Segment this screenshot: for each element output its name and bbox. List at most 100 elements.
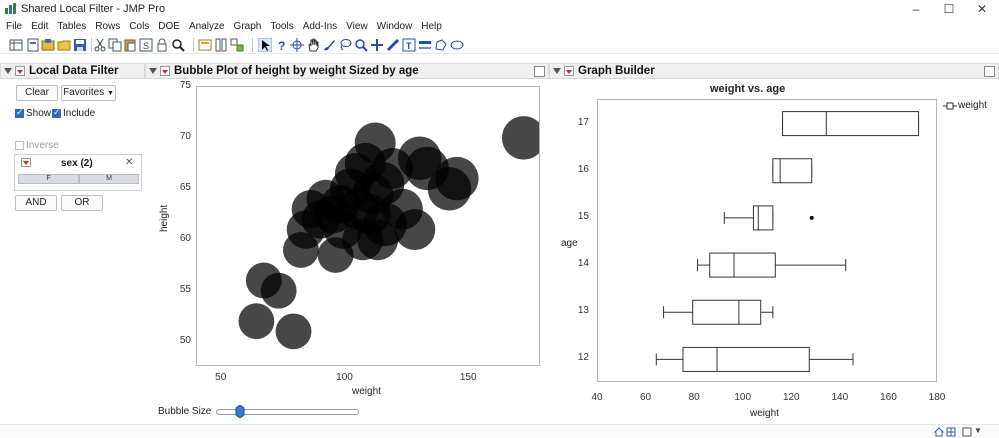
paste-icon[interactable] — [123, 38, 137, 52]
layout-icon[interactable] — [198, 38, 212, 52]
menu-help[interactable]: Help — [421, 19, 442, 35]
arrow-icon[interactable] — [258, 38, 272, 52]
open-icon[interactable] — [26, 38, 40, 52]
bubble-point[interactable] — [238, 303, 275, 340]
menu-add-ins[interactable]: Add-Ins — [303, 19, 337, 35]
menu-window[interactable]: Window — [377, 19, 413, 35]
pin-icon[interactable] — [534, 66, 545, 77]
collapse-triangle-icon[interactable] — [4, 68, 12, 74]
bubble-point[interactable] — [394, 209, 436, 251]
new-table-icon[interactable] — [9, 38, 23, 52]
menu-edit[interactable]: Edit — [31, 19, 48, 35]
annotate-icon[interactable]: T — [402, 38, 416, 52]
level-button-m[interactable]: M — [79, 174, 139, 184]
graph-builder-frame[interactable] — [597, 99, 937, 382]
slider-thumb-icon[interactable] — [235, 405, 245, 418]
red-triangle-menu-icon[interactable] — [15, 66, 25, 76]
x-axis-title: weight — [352, 386, 381, 397]
brush-icon[interactable] — [322, 38, 336, 52]
x-tick-label: 180 — [928, 392, 946, 403]
cut-icon[interactable] — [93, 38, 107, 52]
collapse-triangle-icon[interactable] — [149, 68, 157, 74]
chevron-down-icon[interactable]: ▼ — [974, 426, 982, 435]
minimize-button[interactable]: – — [901, 1, 931, 17]
box[interactable] — [692, 299, 762, 325]
ruler-icon[interactable] — [386, 38, 400, 52]
or-button[interactable]: OR — [61, 195, 103, 211]
grid-icon[interactable] — [946, 427, 956, 437]
x-tick-label: 120 — [782, 392, 800, 403]
menu-view[interactable]: View — [346, 19, 368, 35]
y-tick-label: 16 — [577, 163, 589, 175]
copy-icon[interactable] — [108, 38, 122, 52]
menu-tables[interactable]: Tables — [57, 19, 86, 35]
window-list-icon[interactable] — [962, 427, 972, 437]
x-tick-label: 140 — [831, 392, 849, 403]
box[interactable] — [709, 252, 776, 278]
y-tick-label: 70 — [179, 130, 191, 142]
bubble-point[interactable] — [275, 313, 312, 350]
reorder-icon[interactable] — [230, 38, 244, 52]
red-triangle-menu-icon[interactable] — [160, 66, 170, 76]
bubble-plot-frame[interactable] — [196, 86, 540, 366]
close-icon[interactable]: ✕ — [125, 157, 133, 168]
y-tick-label: 17 — [577, 116, 589, 128]
graph-title: weight vs. age — [710, 83, 786, 95]
close-window-button[interactable]: ✕ — [967, 1, 997, 17]
menu-graph[interactable]: Graph — [234, 19, 262, 35]
clear-button[interactable]: Clear — [16, 85, 58, 101]
red-triangle-menu-icon[interactable] — [21, 158, 31, 167]
pin-icon[interactable] — [984, 66, 995, 77]
crosshair-icon[interactable] — [290, 38, 304, 52]
ellipse-icon[interactable] — [450, 38, 464, 52]
box-plot-svg — [655, 111, 920, 372]
box[interactable] — [772, 158, 813, 184]
menu-analyze[interactable]: Analyze — [189, 19, 225, 35]
help-icon[interactable]: ? — [275, 38, 289, 52]
polygon-icon[interactable] — [434, 38, 448, 52]
y-tick-label: 75 — [179, 80, 191, 91]
save-icon[interactable] — [73, 38, 87, 52]
hand-icon[interactable] — [306, 38, 320, 52]
bubble-point[interactable] — [435, 156, 479, 201]
y-tick-label: 50 — [179, 334, 191, 346]
menu-cols[interactable]: Cols — [129, 19, 149, 35]
box[interactable] — [782, 111, 920, 137]
bubble-size-label: Bubble Size — [158, 406, 212, 417]
menu-tools[interactable]: Tools — [270, 19, 293, 35]
journal-icon[interactable]: S — [139, 38, 153, 52]
menu-file[interactable]: File — [6, 19, 22, 35]
lasso-icon[interactable] — [338, 38, 352, 52]
x-tick-label: 80 — [688, 392, 700, 403]
favorites-dropdown[interactable]: Favorites ▼ — [61, 85, 116, 101]
folder-icon[interactable] — [57, 38, 71, 52]
level-button-f[interactable]: F — [18, 174, 79, 184]
x-tick-label: 150 — [459, 372, 477, 383]
search-icon[interactable] — [171, 38, 185, 52]
menu-doe[interactable]: DOE — [158, 19, 180, 35]
collapse-triangle-icon[interactable] — [553, 68, 561, 74]
show-checkbox[interactable] — [15, 107, 24, 118]
title-bar: Shared Local Filter - JMP Pro – ☐ ✕ — [0, 0, 999, 18]
lock-icon[interactable] — [155, 38, 169, 52]
plus-icon[interactable] — [370, 38, 384, 52]
magnifier-icon[interactable] — [354, 38, 368, 52]
script-icon[interactable] — [214, 38, 228, 52]
and-button[interactable]: AND — [15, 195, 57, 211]
red-triangle-menu-icon[interactable] — [564, 66, 574, 76]
import-icon[interactable] — [41, 38, 55, 52]
panel-title: Local Data Filter — [29, 65, 119, 77]
box[interactable] — [682, 346, 810, 372]
include-checkbox[interactable] — [52, 107, 61, 118]
maximize-button[interactable]: ☐ — [934, 1, 964, 17]
box[interactable] — [752, 205, 774, 231]
inverse-checkbox[interactable] — [15, 141, 24, 150]
outlier-point[interactable] — [809, 215, 814, 220]
local-data-filter-header: Local Data Filter — [0, 63, 145, 79]
menu-rows[interactable]: Rows — [95, 19, 120, 35]
bubble-point[interactable] — [501, 116, 540, 160]
line-icon[interactable] — [418, 38, 432, 52]
home-icon[interactable] — [934, 427, 944, 437]
bubble-point[interactable] — [260, 272, 297, 309]
y-tick-label: 12 — [577, 352, 589, 364]
